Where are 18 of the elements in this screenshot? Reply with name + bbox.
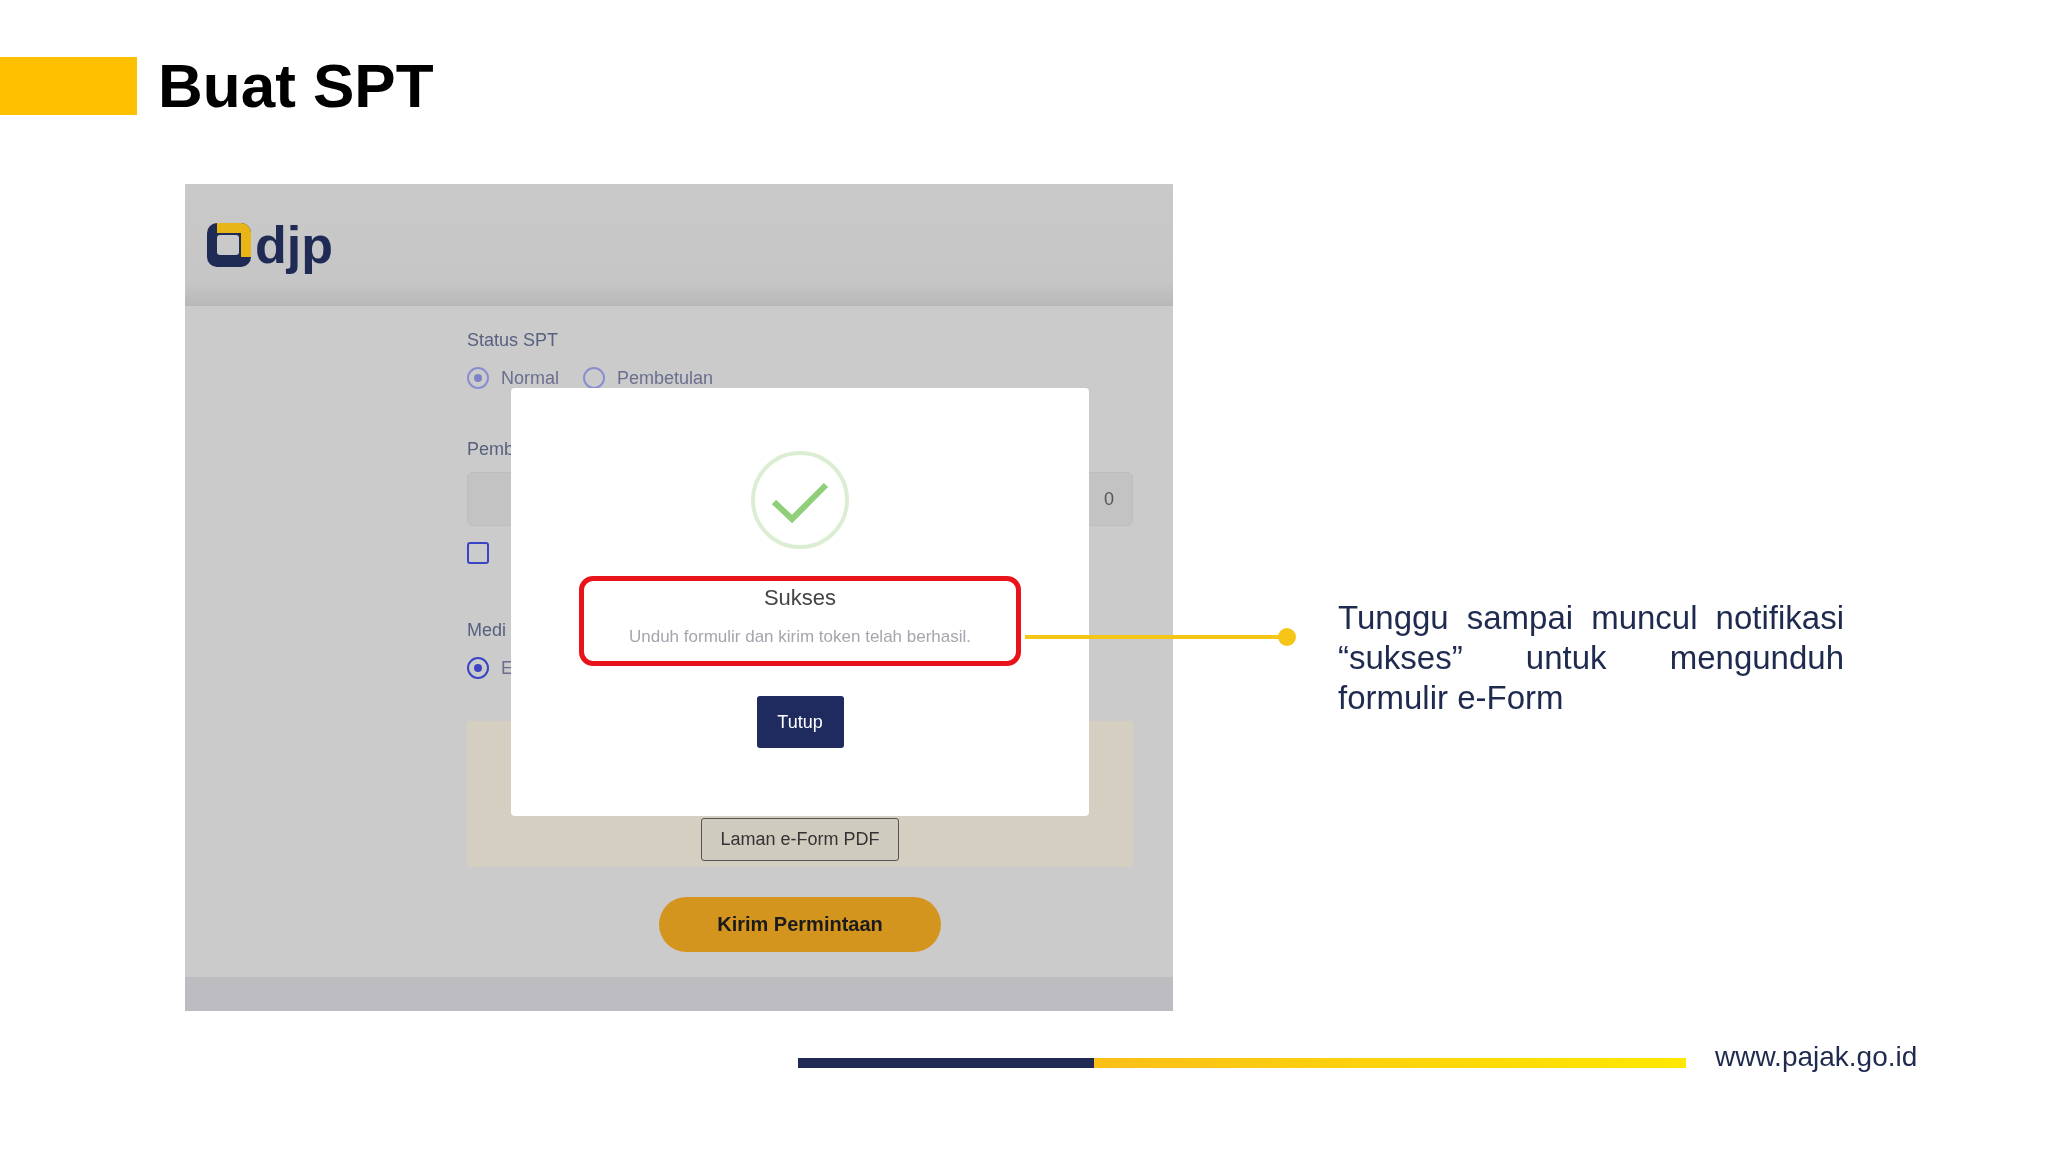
modal-message: Unduh formulir dan kirim token telah berhasil.	[628, 627, 972, 647]
logo-icon	[205, 221, 253, 269]
field-label: Medi	[467, 620, 506, 641]
radio-label: Normal	[501, 367, 559, 389]
radio-label: Pembetulan	[617, 367, 714, 389]
website-url[interactable]: www.pajak.go.id	[1715, 1041, 1918, 1073]
close-button[interactable]: Tutup	[756, 696, 844, 748]
radio-button[interactable]	[467, 657, 489, 679]
radio-button[interactable]	[467, 367, 489, 389]
note-text: Tunggu sampai muncul notifikasi “sukses” untuk mengunduh formulir e-Form	[1338, 598, 1844, 718]
checkbox[interactable]	[467, 542, 489, 564]
field-label: Status SPT	[467, 330, 559, 351]
submit-button[interactable]: Kirim Permintaan	[659, 897, 941, 952]
radio-label: E	[501, 657, 513, 679]
success-check-icon	[750, 450, 850, 550]
eform-button[interactable]: Laman e-Form PDF	[701, 818, 899, 861]
slide-title: Buat SPT	[158, 55, 434, 117]
modal-title: Sukses	[763, 585, 837, 611]
